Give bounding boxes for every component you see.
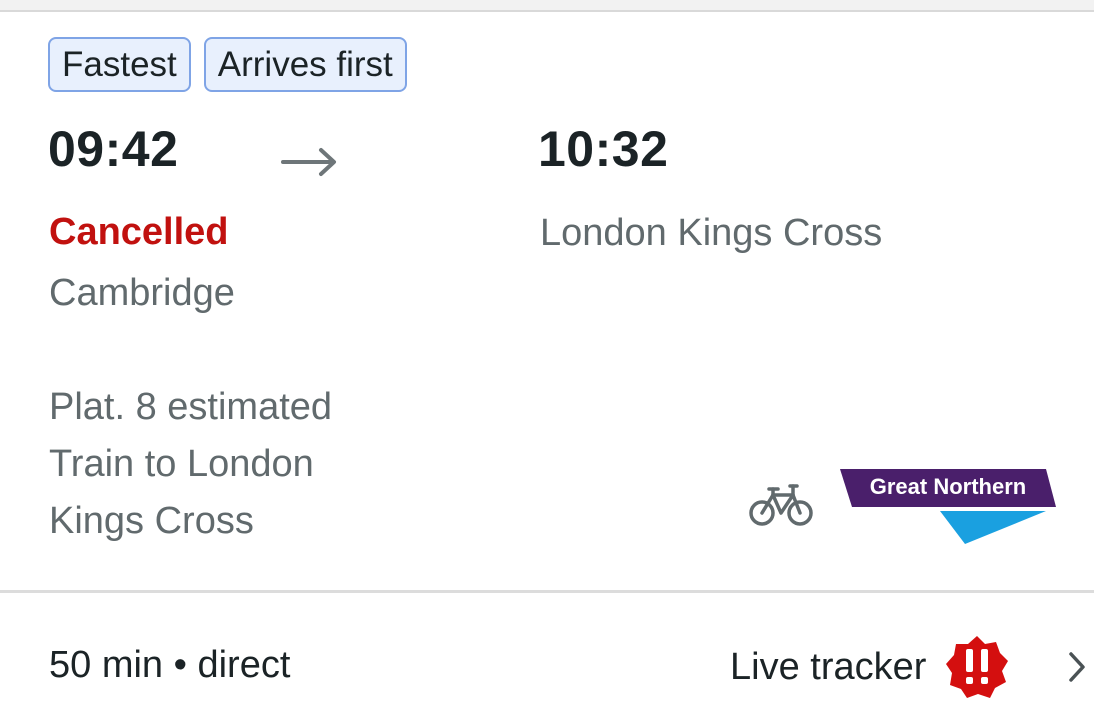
platform-label: Plat. 8 estimated (49, 386, 333, 428)
journey-card[interactable]: Fastest Arrives first 09:42 10:32 Cancel… (0, 12, 1094, 726)
badge-row: Fastest Arrives first (48, 37, 407, 92)
status-cancelled: Cancelled (49, 211, 229, 253)
departure-time: 09:42 (48, 121, 179, 177)
journey-duration: 50 min • direct (49, 644, 291, 686)
live-tracker-link[interactable]: Live tracker (730, 632, 1010, 702)
live-tracker-label: Live tracker (730, 645, 927, 688)
arrives-first-badge: Arrives first (203, 37, 407, 92)
top-strip (0, 0, 1094, 12)
divider (0, 590, 1094, 593)
platform-info: Plat. 8 estimated Train to London Kings … (49, 379, 469, 550)
destination-station: London Kings Cross (540, 212, 883, 254)
service-line-1: Train to London (49, 443, 314, 485)
arrival-time: 10:32 (538, 121, 669, 177)
fastest-badge: Fastest (48, 37, 191, 92)
arrow-right-icon (281, 148, 336, 176)
origin-station: Cambridge (49, 272, 235, 314)
alert-badge-icon (946, 636, 1009, 698)
chevron-right-icon[interactable] (1066, 650, 1088, 684)
operator-name: Great Northern (869, 474, 1027, 499)
service-line-2: Kings Cross (49, 500, 254, 542)
bicycle-icon (749, 484, 813, 526)
